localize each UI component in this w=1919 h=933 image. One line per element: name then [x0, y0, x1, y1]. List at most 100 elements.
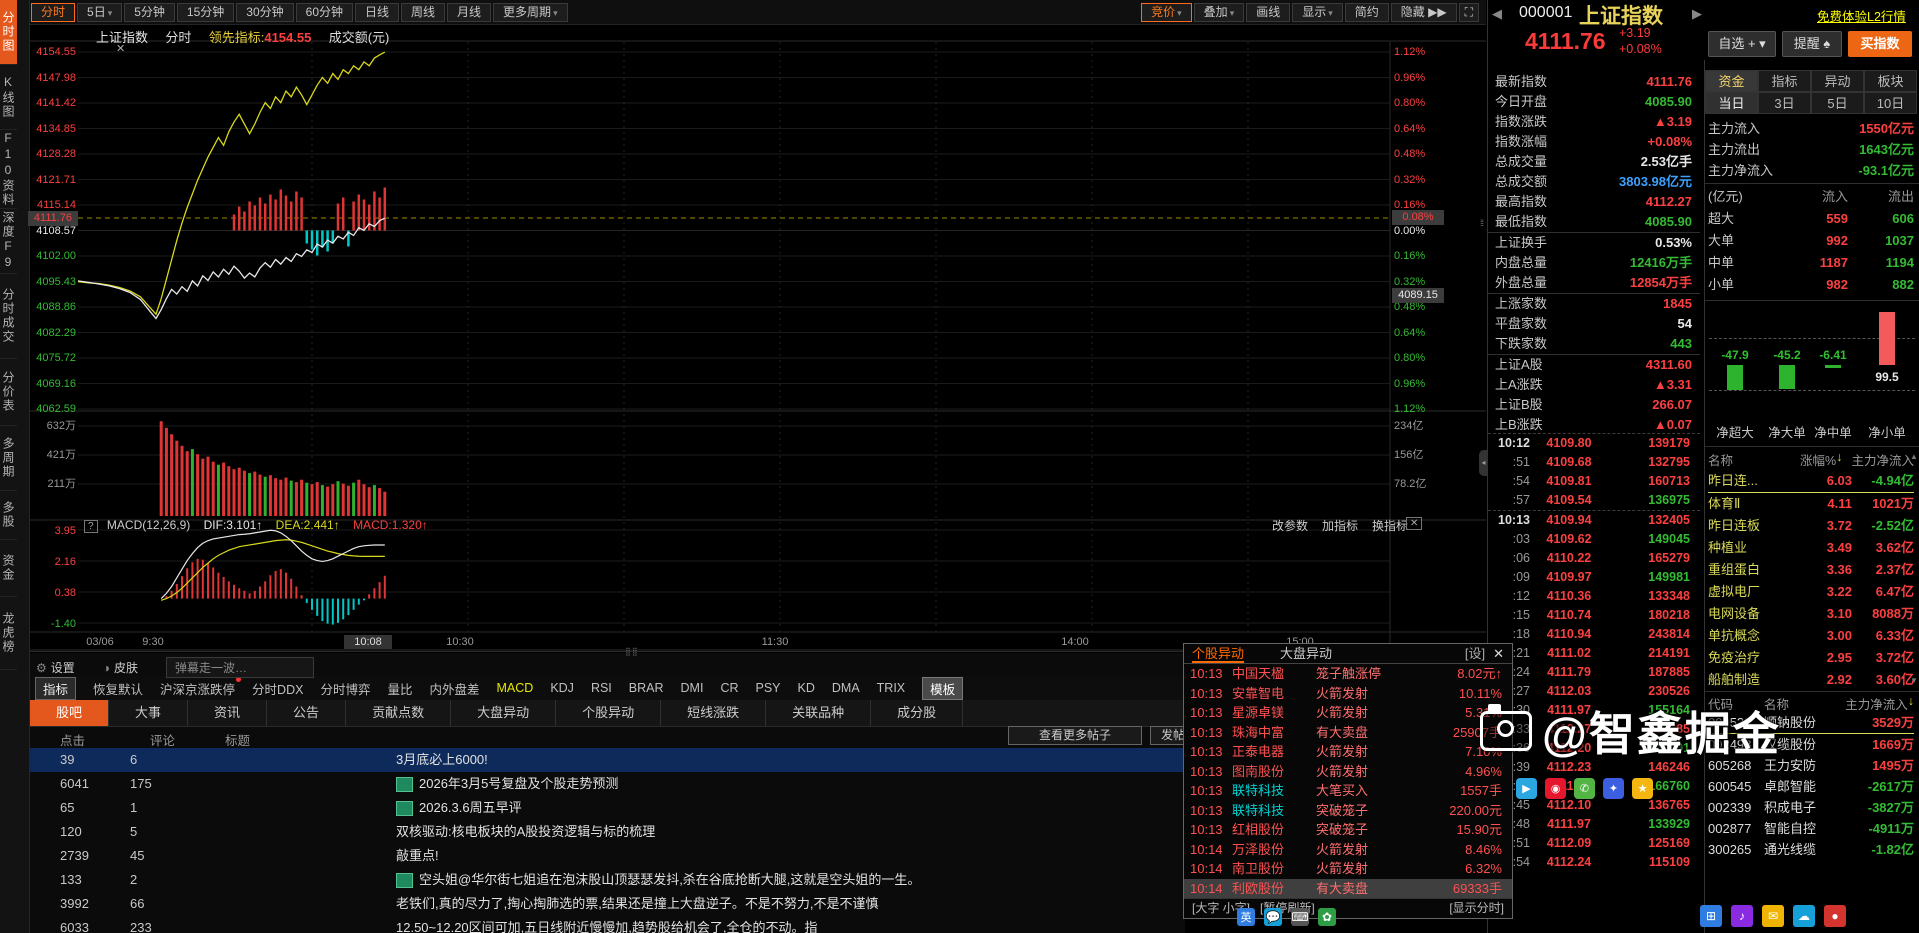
- axis-label: 4095.43: [36, 275, 76, 288]
- tray-mail-icon[interactable]: ✉: [1762, 905, 1784, 927]
- trading-app-window: { "sidebar": {"items":[ {"l":"分时图","cls"…: [0, 0, 1919, 933]
- time-axis-label: 14:00: [1061, 636, 1089, 648]
- axis-label: 0.80%: [1394, 352, 1426, 364]
- alert-row[interactable]: 10:13 图南股份 火箭发射 4.96%: [1184, 762, 1512, 782]
- axis-price-box: 0.08%: [1392, 210, 1444, 225]
- stock-alerts-panel: 个股异动 大盘异动 [设] ✕ 10:13 中国天楹 笼子触涨停 8.02元↑ 10:1…: [1183, 643, 1513, 919]
- alert-row[interactable]: 10:13 中国天楹 笼子触涨停 8.02元↑: [1184, 664, 1512, 684]
- alert-row[interactable]: 10:14 南卫股份 火箭发射 6.32%: [1184, 859, 1512, 879]
- alerts-header: 个股异动 大盘异动 [设] ✕: [1184, 644, 1512, 664]
- axis-label: 0.96%: [1394, 377, 1426, 390]
- ime-toolbar[interactable]: 英 💬 ⌨ ✿: [1237, 908, 1345, 926]
- tray-cloud-icon[interactable]: ☁: [1793, 905, 1815, 927]
- system-tray[interactable]: ⊞ ♪ ✉ ☁ ●: [1700, 905, 1855, 927]
- axis-label: 1.12%: [1394, 403, 1426, 415]
- alert-row[interactable]: 10:14 利欧股份 有大卖盘 69333手: [1184, 878, 1512, 898]
- alert-row[interactable]: 10:14 万泽股份 火箭发射 8.46%: [1184, 840, 1512, 860]
- time-axis-label: 11:30: [761, 636, 789, 648]
- status-row: ⚙ 设置 ◑ 皮肤 弹幕走一波…: [36, 657, 315, 678]
- indicator-control[interactable]: 加指标: [1322, 517, 1358, 534]
- axis-label: 4069.16: [36, 377, 76, 390]
- axis-label: 0.48%: [1394, 148, 1426, 160]
- skin-button[interactable]: 皮肤: [114, 659, 138, 676]
- alert-row[interactable]: 10:13 正泰电器 火箭发射 7.10%: [1184, 742, 1512, 762]
- alert-row[interactable]: 10:13 红相股份 突破笼子 15.90元: [1184, 820, 1512, 840]
- collapse-panel-arrow[interactable]: ◂: [1479, 450, 1488, 476]
- axis-label: 0.64%: [1394, 326, 1426, 339]
- axis-label: 4115.14: [37, 199, 76, 211]
- dif-value: DIF:3.101↑: [203, 518, 263, 532]
- alert-row[interactable]: 10:13 联特科技 大笔买入 1557手: [1184, 781, 1512, 801]
- pane-drag-handle[interactable]: ⁞⁞: [1480, 218, 1484, 228]
- ime-globe-icon[interactable]: ✿: [1318, 908, 1336, 926]
- axis-label: 0.00%: [1394, 224, 1426, 237]
- alert-row[interactable]: 10:13 珠海中富 有大卖盘 25907手: [1184, 723, 1512, 743]
- scroll-down-icon[interactable]: ▼: [1910, 676, 1918, 685]
- ime-lang-icon[interactable]: 英: [1237, 908, 1255, 926]
- axis-label: 4121.71: [36, 173, 76, 186]
- axis-label: 2.16: [54, 556, 76, 568]
- tray-app-icon[interactable]: ⊞: [1700, 905, 1722, 927]
- weibo-icon: ◉: [1545, 778, 1566, 799]
- macd-controls: 改参数 加指标 换指标: [1272, 517, 1422, 534]
- axis-label: -1.40: [50, 618, 76, 630]
- axis-label: 4062.59: [36, 403, 76, 415]
- macd-value: MACD:1.320↑: [353, 518, 428, 532]
- camera-icon: [1480, 704, 1532, 751]
- tray-alert-icon[interactable]: ●: [1824, 905, 1846, 927]
- indicator-control[interactable]: 改参数: [1272, 517, 1308, 534]
- axis-label: 4102.00: [36, 250, 76, 262]
- alert-row[interactable]: 10:13 安靠智电 火箭发射 10.11%: [1184, 684, 1512, 704]
- axis-label: 4141.42: [36, 97, 76, 109]
- axis-label: 4134.85: [36, 122, 76, 135]
- tray-music-icon[interactable]: ♪: [1731, 905, 1753, 927]
- chart-mode-label: 分时: [165, 30, 192, 45]
- show-intraday-button[interactable]: [显示分时]: [1449, 899, 1504, 917]
- watermark: @智鑫掘金: [1480, 698, 1781, 764]
- time-axis-label: 10:30: [446, 636, 474, 648]
- watermark-social-icons: ▶ ◉ ✆ ✦ ★: [1516, 778, 1661, 799]
- help-icon[interactable]: ?: [84, 520, 98, 533]
- axis-label: 421万: [46, 449, 76, 461]
- time-axis-label: 9:30: [142, 636, 164, 648]
- tab-market-alerts[interactable]: 大盘异动: [1280, 644, 1332, 663]
- axis-label: 0.96%: [1394, 71, 1426, 84]
- axis-label: 4082.29: [36, 326, 76, 339]
- star-icon: ★: [1632, 778, 1653, 799]
- alerts-footer: [大字 小字] [暂停刷新] [显示分时]: [1184, 898, 1512, 917]
- alerts-list[interactable]: 10:13 中国天楹 笼子触涨停 8.02元↑ 10:13 安靠智电 火箭发射 10.11% 1…: [1184, 664, 1512, 898]
- wechat-icon: ✆: [1574, 778, 1595, 799]
- macd-header: ? MACD(12,26,9) DIF:3.101↑ DEA:2.441↑ MA…: [84, 518, 428, 533]
- close-indicator-icon[interactable]: ✕: [1406, 517, 1423, 530]
- ime-keyboard-icon[interactable]: ⌨: [1291, 908, 1309, 926]
- ime-chat-icon[interactable]: 💬: [1264, 908, 1282, 926]
- axis-label: 0.64%: [1394, 122, 1426, 135]
- axis-label: 0.38: [54, 587, 76, 599]
- scroll-up-icon[interactable]: ▲: [1910, 452, 1918, 461]
- video-icon: ▶: [1516, 778, 1537, 799]
- settings-button[interactable]: 设置: [51, 659, 75, 676]
- axis-label: 156亿: [1394, 449, 1424, 461]
- macd-params: MACD(12,26,9): [106, 518, 191, 532]
- time-axis-label: 10:08: [344, 635, 392, 649]
- alerts-settings-button[interactable]: [设]: [1465, 644, 1485, 663]
- danmu-input[interactable]: 弹幕走一波…: [166, 657, 315, 678]
- watermark-handle: @智鑫掘金: [1542, 708, 1781, 760]
- axis-label: 78.2亿: [1394, 478, 1427, 490]
- close-icon[interactable]: ✕: [116, 42, 125, 55]
- tab-stock-alerts[interactable]: 个股异动: [1192, 644, 1245, 663]
- close-icon[interactable]: ✕: [1493, 644, 1504, 663]
- splitter-grip[interactable]: ⣿⣿: [625, 647, 639, 656]
- qq-icon: ✦: [1603, 778, 1624, 799]
- axis-label: 1.12%: [1394, 46, 1426, 58]
- axis-label: 3.95: [54, 525, 76, 537]
- axis-label: 234亿: [1394, 420, 1424, 432]
- alert-row[interactable]: 10:13 星源卓镁 火箭发射 5.31%: [1184, 703, 1512, 723]
- axis-price-box: 4111.76: [28, 211, 78, 226]
- indicator-control[interactable]: 换指标: [1372, 517, 1408, 534]
- alert-row[interactable]: 10:13 联特科技 突破笼子 220.00元: [1184, 801, 1512, 821]
- axis-label: 0.32%: [1394, 275, 1426, 288]
- dea-value: DEA:2.441↑: [275, 518, 340, 532]
- lead-indicator-label: 领先指标:: [208, 30, 265, 45]
- chart-subheader: 上证指数 分时 领先指标:4154.55 成交额(元): [96, 27, 389, 46]
